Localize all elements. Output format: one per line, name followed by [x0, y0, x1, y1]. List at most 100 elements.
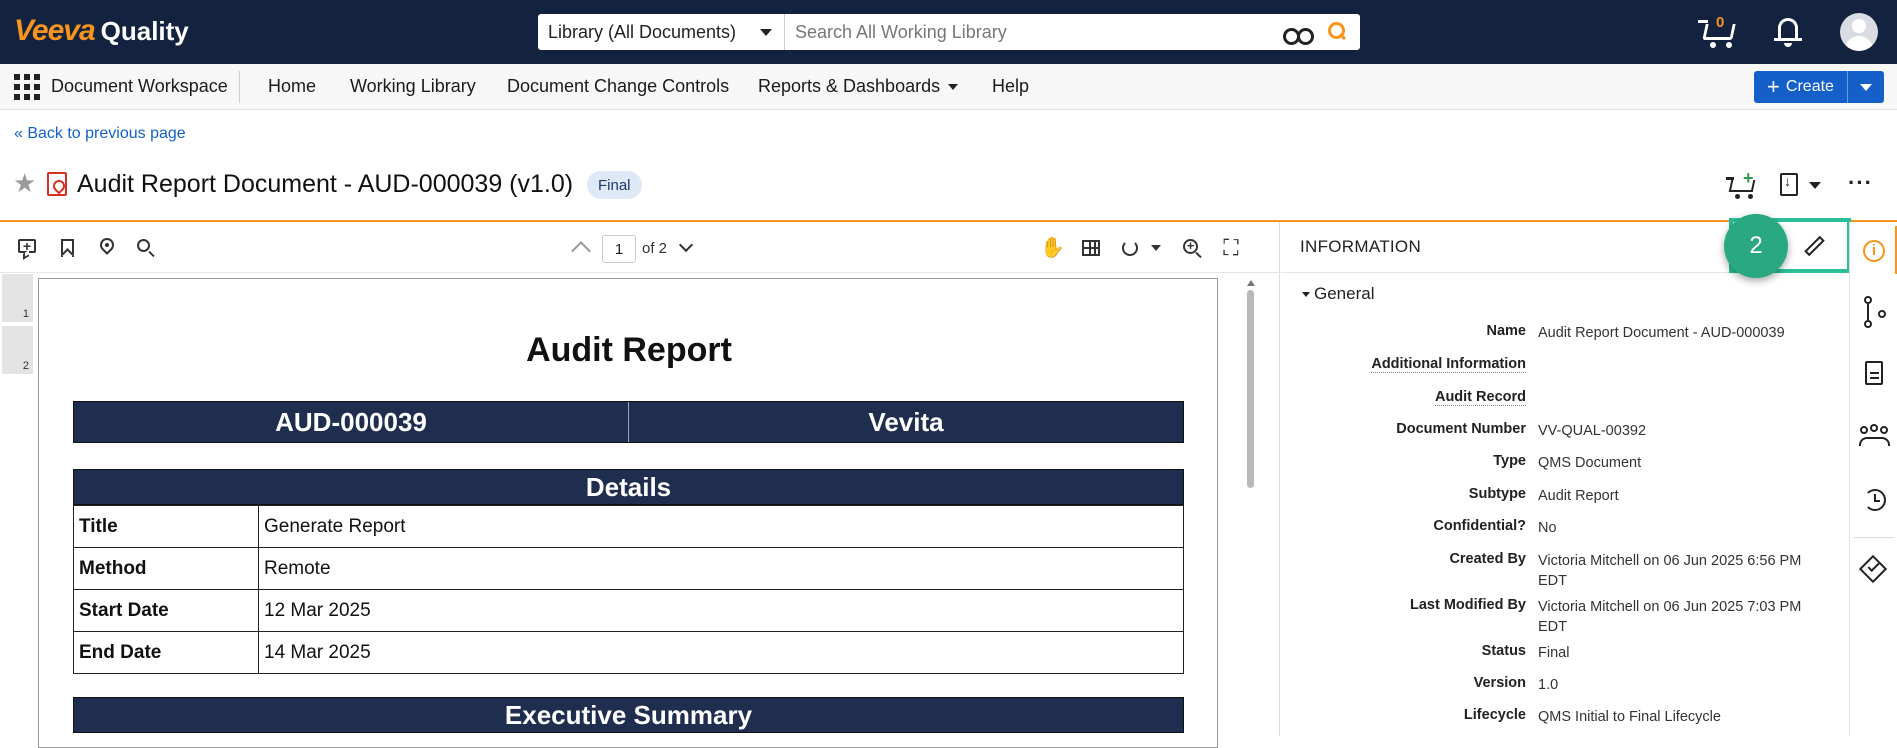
nav-item-document-change-controls[interactable]: Document Change Controls [507, 76, 729, 97]
panel-title: INFORMATION [1300, 237, 1422, 256]
top-bar: Veeva Quality Library (All Documents) 0 [0, 0, 1897, 64]
field-value: 1.0 [1538, 677, 1559, 693]
rail-tab-relationships[interactable] [1850, 288, 1897, 336]
workspace-selector[interactable]: Document Workspace [51, 76, 228, 97]
document-viewer: + ✋ + ⛶ 1 2 Audit Report AUD-000039 Vevi… [0, 222, 1280, 748]
field-value: VV-QUAL-00392 [1538, 423, 1647, 439]
table-row: Start Date 12 Mar 2025 [73, 589, 1184, 632]
grid-view-icon[interactable] [1079, 236, 1103, 260]
fullscreen-icon[interactable]: ⛶ [1219, 236, 1243, 260]
create-button[interactable]: + Create [1754, 71, 1848, 103]
pencil-icon[interactable] [1803, 235, 1825, 258]
scroll-up-arrow-icon[interactable] [1247, 280, 1255, 286]
table-row: Title Generate Report [73, 505, 1184, 548]
download-menu-button[interactable]: ↓ [1778, 170, 1822, 200]
scrollbar-thumb[interactable] [1247, 290, 1254, 488]
nav-item-home[interactable]: Home [268, 76, 316, 97]
chevron-down-icon [948, 84, 959, 91]
field-label: Subtype [1468, 486, 1526, 502]
favorite-star-icon[interactable]: ★ [13, 170, 36, 196]
table-row: Method Remote [73, 547, 1184, 590]
rail-tab-sharing[interactable] [1850, 413, 1897, 461]
search-scope-dropdown[interactable]: Library (All Documents) [538, 14, 785, 50]
bell-icon-base [1774, 38, 1802, 41]
field-value: Audit Report Document - AUD-000039 [1538, 325, 1785, 341]
notifications-button[interactable] [1774, 16, 1802, 48]
report-id-band: AUD-000039 Vevita [73, 401, 1184, 443]
search-input[interactable] [785, 15, 1282, 49]
detail-value: 14 Mar 2025 [258, 631, 1184, 674]
app-launcher-icon[interactable] [14, 74, 40, 100]
cart-add-icon-wheel [1735, 194, 1740, 199]
field-label: Audit Record [1434, 389, 1526, 406]
add-annotation-icon[interactable]: + [15, 236, 39, 260]
detail-key: Start Date [73, 589, 259, 632]
field-label: Document Number [1396, 421, 1526, 437]
rail-tab-verification[interactable] [1850, 546, 1897, 594]
location-pin-icon[interactable] [95, 235, 119, 260]
info-icon: i [1863, 240, 1885, 262]
nav-item-reports-label: Reports & Dashboards [758, 76, 941, 96]
search-icon[interactable] [1322, 17, 1352, 47]
step-badge: 2 [1724, 214, 1788, 278]
thumbnail-page-number: 1 [22, 308, 29, 320]
sharing-icon-head [1880, 426, 1888, 434]
page-title: Audit Report Document - AUD-000039 (v1.0… [77, 170, 574, 198]
nav-item-working-library[interactable]: Working Library [350, 76, 476, 97]
detail-key: Method [73, 547, 259, 590]
plus-icon: + [1767, 74, 1780, 99]
bell-icon [1778, 18, 1798, 40]
rail-tab-document[interactable] [1850, 350, 1897, 398]
cart-count-badge: 0 [1716, 14, 1725, 31]
cart-wheel [1710, 42, 1716, 48]
global-search: Library (All Documents) [538, 14, 1360, 50]
general-section-toggle[interactable]: General [1302, 284, 1374, 304]
more-actions-icon[interactable]: ··· [1848, 170, 1872, 200]
field-label: Last Modified By [1409, 597, 1526, 613]
user-icon-body [1845, 36, 1873, 51]
sharing-icon-head [1870, 424, 1878, 432]
product-name: Quality [100, 16, 189, 46]
rail-tab-information[interactable]: i [1850, 226, 1897, 274]
audit-id: AUD-000039 [74, 402, 629, 442]
status-badge: Final [587, 171, 642, 199]
nav-item-reports-dashboards[interactable]: Reports & Dashboards [758, 76, 959, 97]
bell-icon-clapper [1784, 43, 1792, 47]
field-label: Status [1481, 643, 1526, 659]
field-label: Version [1473, 675, 1526, 691]
veeva-quality-logo[interactable]: Veeva Quality [14, 14, 189, 50]
chevron-down-icon [760, 29, 772, 36]
sharing-icon-body [1859, 437, 1890, 446]
chevron-down-icon [1809, 182, 1821, 189]
create-button-label: Create [1785, 78, 1834, 95]
page-thumbnail[interactable]: 1 [2, 274, 33, 323]
rotate-icon[interactable] [1118, 236, 1142, 260]
zoom-in-icon[interactable]: + [1180, 236, 1204, 260]
add-to-cart-button[interactable]: + [1726, 168, 1760, 200]
document-scrollbar[interactable] [1245, 278, 1255, 734]
page-number-input[interactable] [602, 235, 636, 263]
nav-item-help[interactable]: Help [992, 76, 1029, 97]
search-scope-label: Library (All Documents) [548, 21, 737, 42]
history-icon-hands [1874, 494, 1880, 502]
binoculars-icon[interactable] [1282, 22, 1314, 45]
create-dropdown-button[interactable] [1848, 71, 1884, 103]
bookmark-icon[interactable] [55, 236, 79, 261]
rail-tab-history[interactable] [1850, 476, 1897, 524]
section-label: General [1314, 284, 1375, 303]
find-in-document-icon[interactable] [134, 236, 158, 260]
chevron-down-icon [1860, 83, 1872, 91]
user-icon-head [1852, 19, 1866, 33]
detail-value: Remote [258, 547, 1184, 590]
cart-button[interactable]: 0 [1698, 14, 1742, 50]
page-thumbnail[interactable]: 2 [2, 326, 33, 375]
pan-hand-icon[interactable]: ✋ [1040, 236, 1065, 260]
avatar[interactable] [1840, 13, 1878, 51]
field-label: Lifecycle [1463, 707, 1526, 723]
details-table: Title Generate Report Method Remote Star… [73, 505, 1184, 674]
organization-name: Vevita [868, 406, 944, 437]
side-panel-rail: i [1849, 222, 1897, 736]
back-link[interactable]: « Back to previous page [14, 125, 186, 143]
chevron-down-icon[interactable] [1151, 245, 1161, 251]
thumbnail-page-number: 2 [22, 360, 29, 372]
